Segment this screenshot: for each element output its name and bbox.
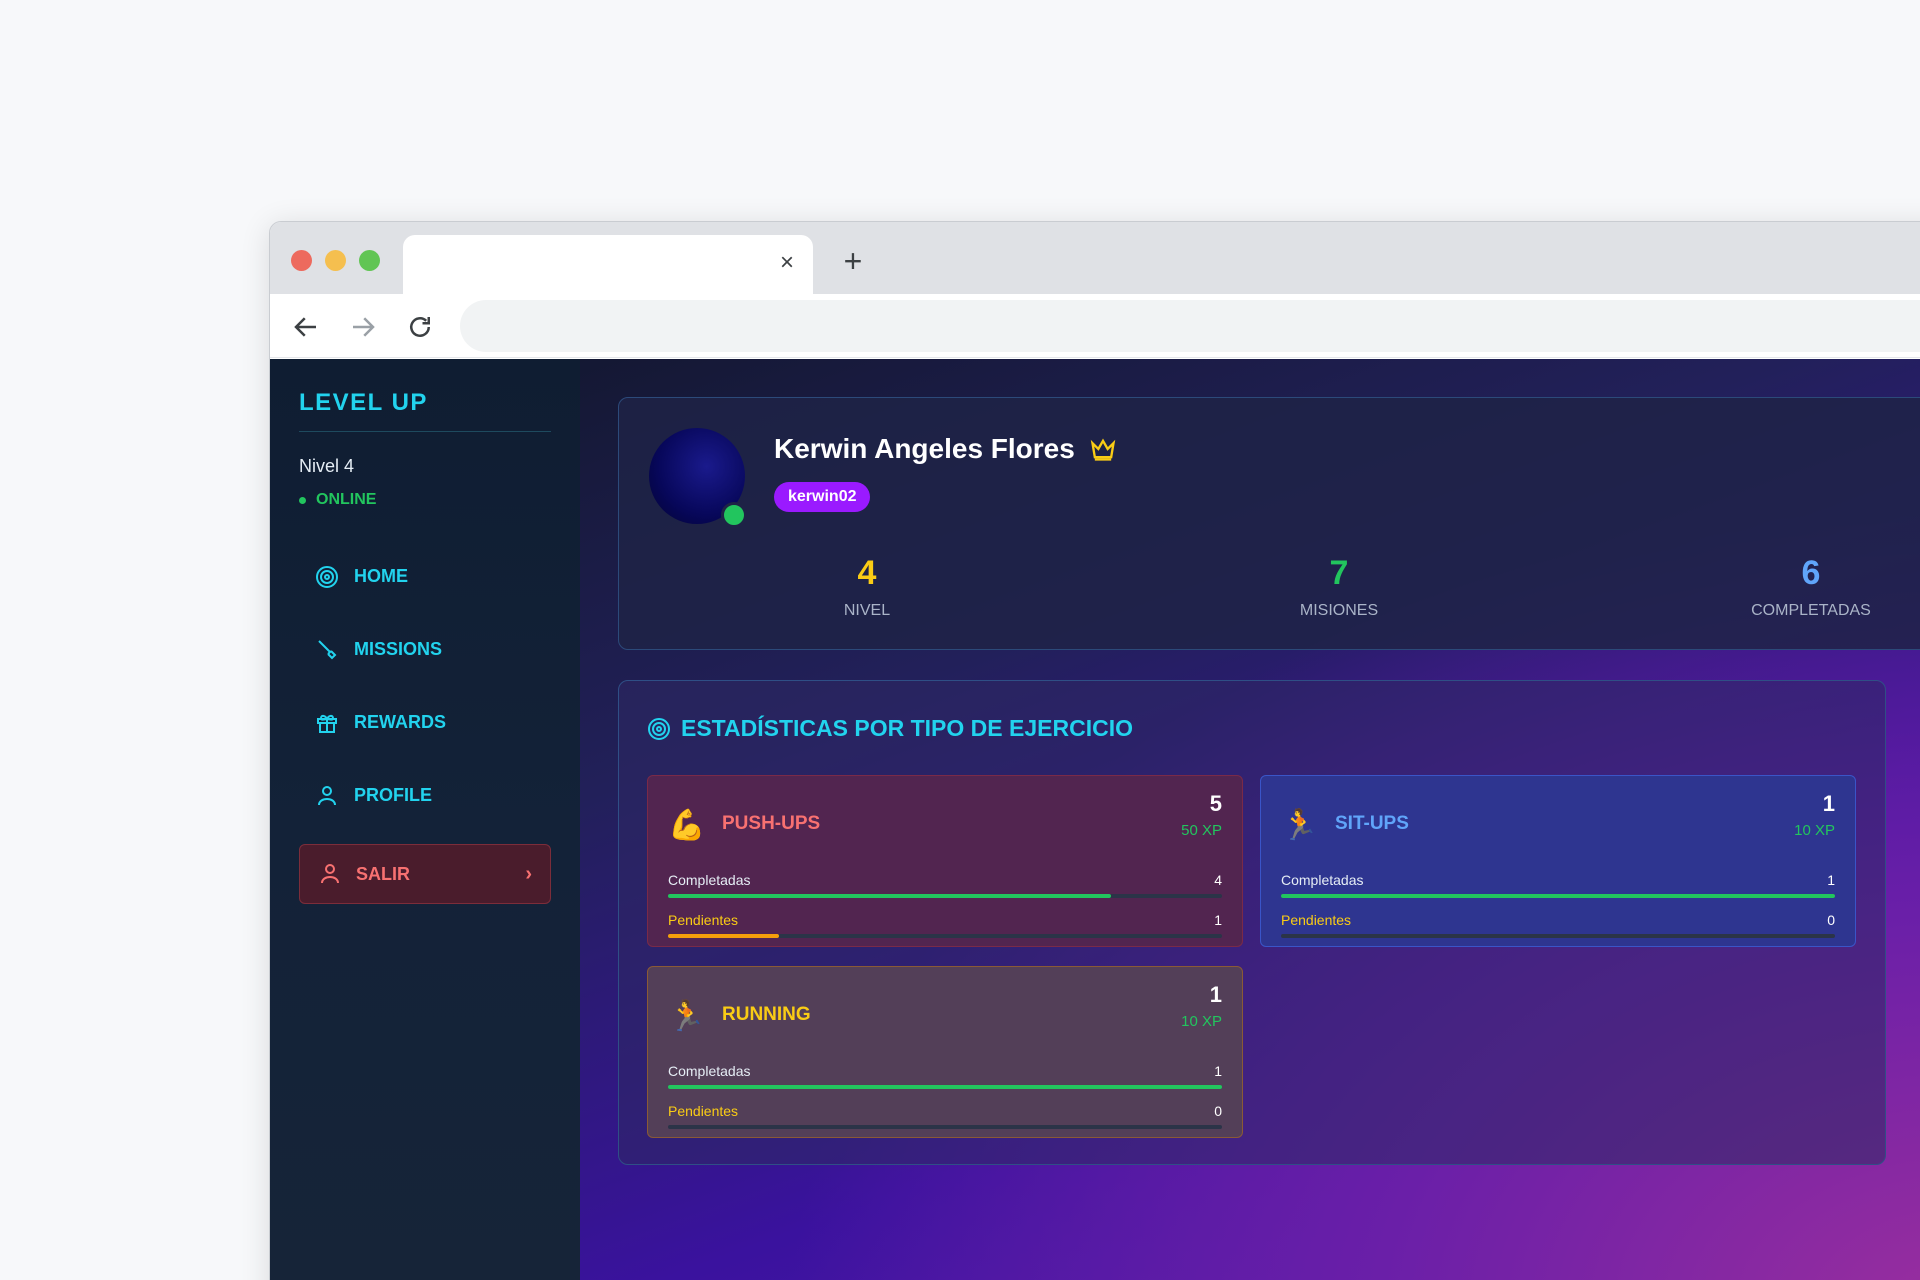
online-status: ONLINE	[299, 491, 551, 509]
profile-name-text: Kerwin Angeles Flores	[774, 433, 1075, 464]
pending-value: 1	[1214, 912, 1222, 928]
sidebar-item-profile[interactable]: PROFILE	[299, 771, 551, 820]
stat-value: 4	[857, 554, 877, 592]
stat-level: 4 NIVEL	[767, 556, 967, 620]
maximize-window-button[interactable]	[359, 250, 380, 271]
sidebar-item-label: REWARDS	[354, 712, 447, 732]
exercise-count: 1	[1209, 982, 1222, 1007]
pending-value: 0	[1827, 912, 1835, 928]
user-icon	[315, 784, 339, 808]
exercise-stats-panel: ESTADÍSTICAS POR TIPO DE EJERCICIO 💪 PUS…	[618, 680, 1886, 1165]
stat-label: NIVEL	[843, 602, 891, 619]
profile-name: Kerwin Angeles Flores	[774, 433, 1117, 465]
sidebar-item-missions[interactable]: MISSIONS	[299, 625, 551, 674]
online-indicator	[721, 502, 747, 528]
target-icon	[647, 717, 671, 741]
exercise-count: 5	[1209, 791, 1222, 816]
exercise-name: PUSH-UPS	[722, 813, 821, 834]
exercise-card-sit-ups[interactable]: 🏃 SIT-UPS 1 10 XP Completadas 1 Pendient…	[1260, 775, 1856, 947]
exercise-name: RUNNING	[722, 1004, 811, 1025]
stat-value: 7	[1329, 554, 1349, 592]
section-title: ESTADÍSTICAS POR TIPO DE EJERCICIO	[647, 715, 1133, 742]
main-content: Kerwin Angeles Flores kerwin02 4 NIVEL 7…	[580, 359, 1920, 1280]
user-level: Nivel 4	[299, 456, 355, 476]
pending-label: Pendientes	[668, 912, 739, 928]
person-running-icon: 🏃	[1281, 808, 1319, 843]
sidebar-menu: HOME MISSIONS REWARDS PROFILE	[299, 552, 551, 820]
sword-icon	[315, 638, 339, 662]
completed-progress-bar	[668, 1085, 1222, 1089]
app: LEVEL UP Nivel 4 ONLINE HOME MISSIONS RE…	[270, 359, 1920, 1280]
completed-progress-bar	[668, 894, 1222, 898]
sidebar-item-rewards[interactable]: REWARDS	[299, 698, 551, 747]
completed-value: 1	[1827, 872, 1835, 888]
pending-label: Pendientes	[668, 1103, 739, 1119]
completed-progress-bar	[1281, 894, 1835, 898]
crown-icon	[1089, 435, 1117, 463]
exercise-xp: 50 XP	[1181, 822, 1222, 839]
stat-label: MISIONES	[1299, 602, 1379, 619]
stat-completed: 6 COMPLETADAS	[1711, 556, 1911, 620]
flexed-biceps-icon: 💪	[668, 808, 706, 843]
tab-strip: × +	[270, 222, 1920, 294]
browser-toolbar	[270, 294, 1920, 358]
username-badge: kerwin02	[774, 482, 871, 512]
tab-close-icon[interactable]: ×	[775, 251, 799, 275]
completed-label: Completadas	[668, 1063, 751, 1079]
progress-fill	[668, 1085, 1222, 1089]
exercise-count: 1	[1822, 791, 1835, 816]
stat-value: 6	[1801, 554, 1821, 592]
user-icon	[318, 862, 342, 886]
pending-label: Pendientes	[1281, 912, 1352, 928]
status-dot-icon	[299, 496, 306, 504]
completed-value: 1	[1214, 1063, 1222, 1079]
sidebar-item-label: HOME	[354, 566, 408, 586]
progress-fill	[1281, 894, 1835, 898]
sidebar-item-label: MISSIONS	[354, 639, 443, 659]
back-arrow-icon[interactable]	[291, 312, 321, 342]
person-running-icon: 🏃	[668, 999, 706, 1034]
pending-value: 0	[1214, 1103, 1222, 1119]
pending-progress-bar	[1281, 934, 1835, 938]
exercise-xp: 10 XP	[1794, 822, 1835, 839]
minimize-window-button[interactable]	[325, 250, 346, 271]
pending-progress-bar	[668, 934, 1222, 938]
stat-missions: 7 MISIONES	[1239, 556, 1439, 620]
exercise-xp: 10 XP	[1181, 1013, 1222, 1030]
exercise-card-running[interactable]: 🏃 RUNNING 1 10 XP Completadas 1 Pendient…	[647, 966, 1243, 1138]
completed-label: Completadas	[668, 872, 751, 888]
stat-label: COMPLETADAS	[1751, 602, 1871, 619]
section-title-text: ESTADÍSTICAS POR TIPO DE EJERCICIO	[681, 715, 1133, 741]
brand-logo: LEVEL UP	[299, 389, 551, 432]
browser-tab[interactable]: ×	[403, 235, 813, 294]
new-tab-button[interactable]: +	[837, 245, 869, 278]
sidebar-item-home[interactable]: HOME	[299, 552, 551, 601]
browser-window: × + LEVEL UP Nivel 4 ONLINE HOME MISSION…	[269, 221, 1920, 1280]
sidebar: LEVEL UP Nivel 4 ONLINE HOME MISSIONS RE…	[270, 359, 580, 1280]
logout-label: SALIR	[356, 863, 410, 884]
completed-value: 4	[1214, 872, 1222, 888]
exercise-card-push-ups[interactable]: 💪 PUSH-UPS 5 50 XP Completadas 4 Pendien…	[647, 775, 1243, 947]
exercise-name: SIT-UPS	[1335, 813, 1409, 834]
chevron-right-icon: ›	[525, 862, 532, 885]
profile-card: Kerwin Angeles Flores kerwin02 4 NIVEL 7…	[618, 397, 1920, 650]
address-bar[interactable]	[460, 300, 1920, 352]
progress-fill	[668, 894, 1112, 898]
progress-fill	[668, 934, 779, 938]
completed-label: Completadas	[1281, 872, 1364, 888]
target-icon	[315, 565, 339, 589]
reload-icon[interactable]	[405, 312, 435, 342]
sidebar-item-label: PROFILE	[354, 785, 433, 805]
pending-progress-bar	[668, 1125, 1222, 1129]
gift-icon	[315, 711, 339, 735]
logout-button[interactable]: SALIR ›	[299, 844, 551, 904]
status-label: ONLINE	[316, 491, 377, 508]
close-window-button[interactable]	[291, 250, 312, 271]
forward-arrow-icon[interactable]	[348, 312, 378, 342]
